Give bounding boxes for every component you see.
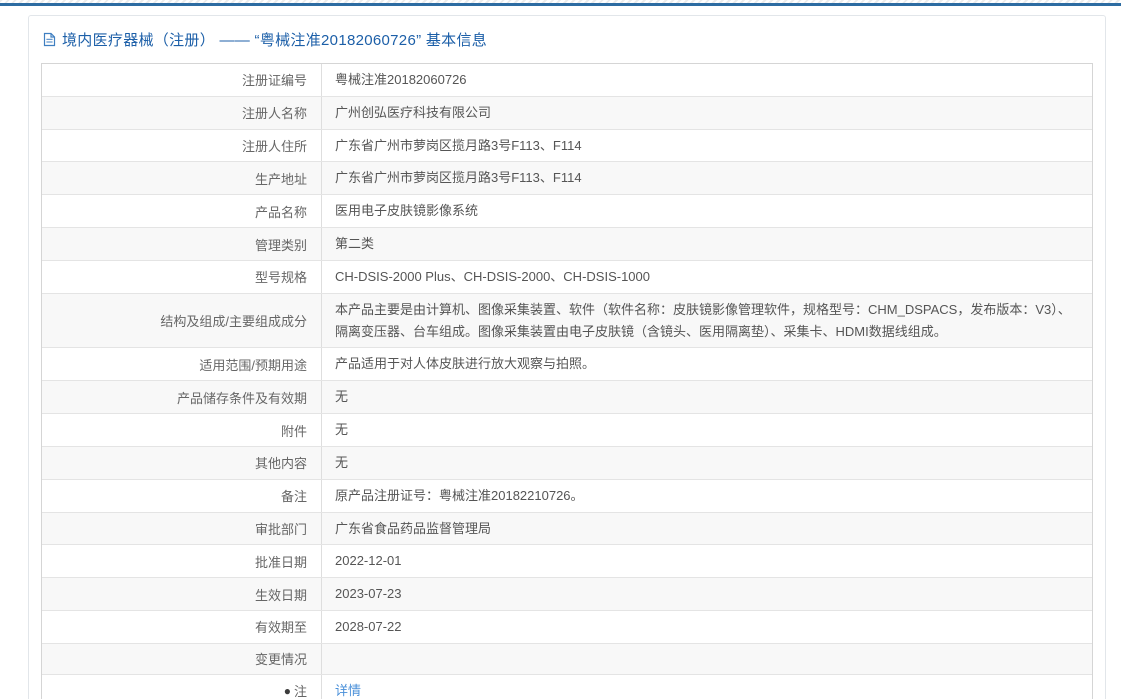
row-label: 注册证编号: [42, 64, 322, 96]
row-label: 备注: [42, 479, 322, 512]
table-row: 附件无: [42, 414, 1092, 447]
row-label: 批准日期: [42, 545, 322, 578]
page-title: 境内医疗器械（注册） —— “粤械注准20182060726” 基本信息: [62, 32, 488, 49]
table-row: 生效日期 2023-07-23: [42, 578, 1092, 612]
row-label: 注册人名称: [42, 96, 322, 129]
table-row: 有效期至 2028-07-22: [42, 611, 1092, 644]
table-row: 其他内容无: [42, 446, 1092, 480]
row-value: 产品适用于对人体皮肤进行放大观察与拍照。: [335, 356, 596, 372]
table-row: 产品储存条件及有效期无: [42, 381, 1092, 415]
row-label: 生效日期: [42, 578, 322, 611]
table-row: 管理类别 第二类: [42, 228, 1092, 261]
row-value: 原产品注册证号：粤械注准20182210726。: [335, 487, 584, 503]
table-row: 型号规格 CH-DSIS-2000 Plus、CH-DSIS-2000、CH-DS…: [42, 260, 1092, 294]
row-value: 广州创弘医疗科技有限公司: [335, 104, 492, 120]
document-icon: [43, 32, 56, 47]
table-row: 注册人名称 广州创弘医疗科技有限公司: [42, 96, 1092, 130]
row-label: 其他内容: [42, 446, 322, 479]
row-label: 产品名称: [42, 195, 322, 228]
table-row: 适用范围/预期用途 产品适用于对人体皮肤进行放大观察与拍照。: [42, 348, 1092, 382]
table-row: 生产地址 广东省广州市萝岗区揽月路3号F113、F114: [42, 162, 1092, 196]
table-row: 批准日期 2022-12-01: [42, 545, 1092, 579]
row-value: 广东省食品药品监督管理局: [335, 520, 492, 536]
row-label: 型号规格: [42, 260, 322, 293]
row-value: CH-DSIS-2000 Plus、CH-DSIS-2000、CH-DSIS-1…: [335, 268, 650, 284]
table-row: 注册人住所 广东省广州市萝岗区揽月路3号F113、F114: [42, 129, 1092, 163]
row-label: 生产地址: [42, 162, 322, 195]
row-value: 详情: [322, 675, 1092, 699]
panel-header: 境内医疗器械（注册） —— “粤械注准20182060726” 基本信息: [41, 26, 1093, 63]
row-value: 第二类: [335, 236, 375, 252]
row-value: 无: [335, 389, 349, 405]
table-row: 备注 原产品注册证号：粤械注准20182210726。: [42, 479, 1092, 513]
row-label: 有效期至: [42, 611, 322, 643]
row-value: 2028-07-22: [335, 619, 402, 635]
row-value: 粤械注准20182060726: [335, 72, 467, 87]
row-label: 产品储存条件及有效期: [42, 381, 322, 414]
row-label: ● 注: [42, 674, 322, 699]
table-row: 变更情况: [42, 643, 1092, 675]
table-row: 结构及组成/主要组成成分 本产品主要是由计算机、图像采集装置、软件（软件名称：皮肤…: [42, 293, 1092, 349]
note-icon: ●: [283, 683, 291, 698]
table-row: ● 注详情: [42, 674, 1092, 699]
row-value: 2023-07-23: [335, 586, 402, 602]
row-value: 医用电子皮肤镜影像系统: [335, 203, 479, 219]
row-value: 无: [335, 454, 349, 470]
table-row: 注册证编号 粤械注准20182060726: [42, 64, 1092, 97]
row-label: 审批部门: [42, 512, 322, 545]
row-label: 附件: [42, 414, 322, 446]
row-value: 广东省广州市萝岗区揽月路3号F113、F114: [335, 170, 582, 186]
table-row: 审批部门 广东省食品药品监督管理局: [42, 512, 1092, 546]
row-label: 结构及组成/主要组成成分: [42, 293, 322, 348]
row-value: 本产品主要是由计算机、图像采集装置、软件（软件名称：皮肤镜影像管理软件，规格型号…: [335, 301, 1071, 339]
row-value: 2022-12-01: [335, 553, 402, 569]
row-value: 无: [335, 422, 349, 438]
row-value: [322, 644, 1092, 674]
row-label: 管理类别: [42, 228, 322, 260]
registration-info-panel: 境内医疗器械（注册） —— “粤械注准20182060726” 基本信息 注册证…: [28, 15, 1106, 699]
top-accent-bar: [0, 3, 1121, 6]
detail-link[interactable]: 详情: [335, 680, 361, 699]
info-table: 注册证编号 粤械注准20182060726 注册人名称 广州创弘医疗科技有限公司 注册人…: [41, 63, 1093, 699]
table-row: 产品名称 医用电子皮肤镜影像系统: [42, 195, 1092, 229]
row-label: 适用范围/预期用途: [42, 348, 322, 381]
row-value: 广东省广州市萝岗区揽月路3号F113、F114: [335, 137, 582, 153]
row-label: 注册人住所: [42, 129, 322, 162]
row-label: 变更情况: [42, 643, 322, 674]
